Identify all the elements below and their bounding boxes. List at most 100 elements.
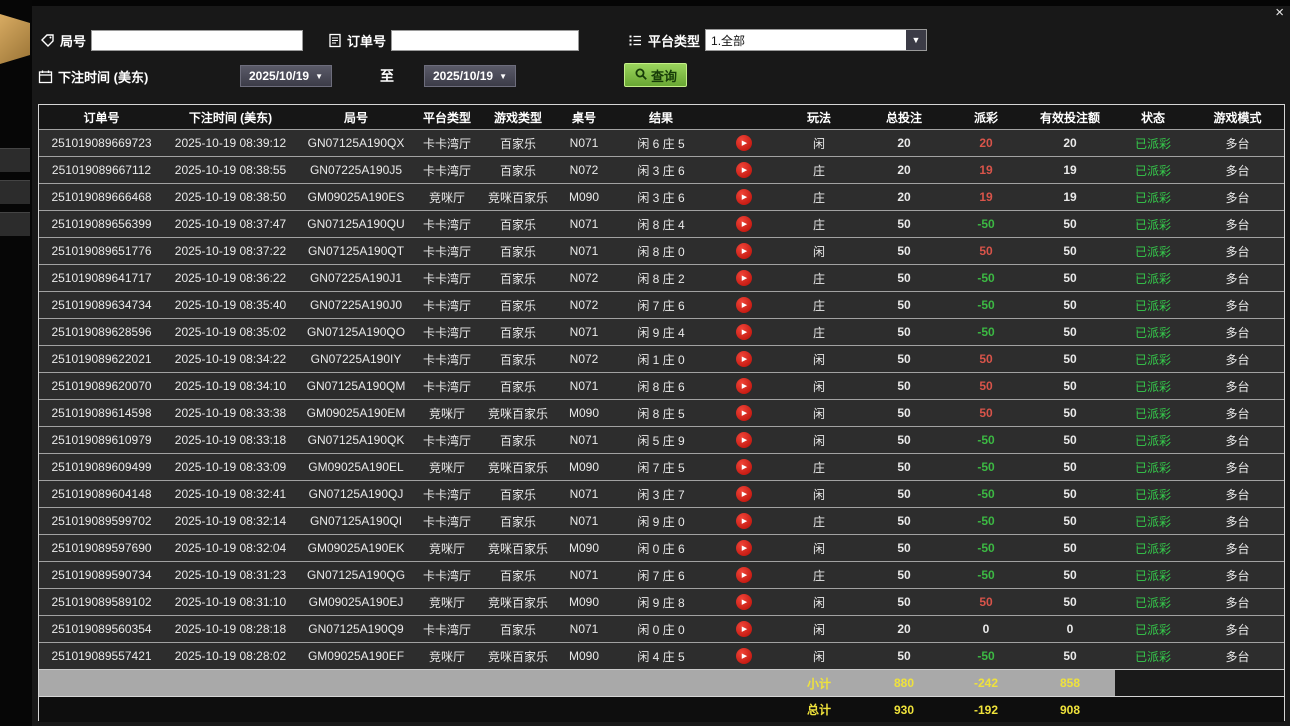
table-row[interactable]: 251019089628596 2025-10-19 08:35:02 GN07… bbox=[39, 318, 1284, 345]
play-icon[interactable] bbox=[736, 135, 752, 151]
order-input[interactable] bbox=[391, 30, 579, 51]
cell-platform: 卡卡湾厅 bbox=[415, 238, 479, 264]
cell-payout: -50 bbox=[947, 535, 1025, 561]
play-icon[interactable] bbox=[736, 513, 752, 529]
play-icon[interactable] bbox=[736, 378, 752, 394]
play-icon[interactable] bbox=[736, 297, 752, 313]
table-row[interactable]: 251019089590734 2025-10-19 08:31:23 GN07… bbox=[39, 561, 1284, 588]
play-icon[interactable] bbox=[736, 567, 752, 583]
table-row[interactable]: 251019089641717 2025-10-19 08:36:22 GN07… bbox=[39, 264, 1284, 291]
cell-total-bet: 50 bbox=[861, 508, 947, 534]
cell-game-mode: 多台 bbox=[1191, 562, 1284, 588]
round-input[interactable] bbox=[91, 30, 303, 51]
cell-game-type: 百家乐 bbox=[479, 130, 557, 156]
cell-table-no: N071 bbox=[557, 616, 611, 642]
table-row[interactable]: 251019089656399 2025-10-19 08:37:47 GN07… bbox=[39, 210, 1284, 237]
table-row[interactable]: 251019089589102 2025-10-19 08:31:10 GM09… bbox=[39, 588, 1284, 615]
play-icon[interactable] bbox=[736, 216, 752, 232]
play-icon[interactable] bbox=[736, 540, 752, 556]
table-row[interactable]: 251019089651776 2025-10-19 08:37:22 GN07… bbox=[39, 237, 1284, 264]
query-button[interactable]: 查询 bbox=[624, 63, 687, 87]
screen: × 局号 订单号 平台类型 bbox=[0, 0, 1290, 726]
play-icon[interactable] bbox=[736, 351, 752, 367]
play-icon[interactable] bbox=[736, 621, 752, 637]
cell-status: 已派彩 bbox=[1115, 535, 1191, 561]
table-row[interactable]: 251019089557421 2025-10-19 08:28:02 GM09… bbox=[39, 642, 1284, 669]
table-row[interactable]: 251019089622021 2025-10-19 08:34:22 GN07… bbox=[39, 345, 1284, 372]
play-icon[interactable] bbox=[736, 189, 752, 205]
cell-result: 闲 8 庄 6 bbox=[611, 373, 711, 399]
total-label: 总计 bbox=[777, 697, 861, 722]
table-row[interactable]: 251019089666468 2025-10-19 08:38:50 GM09… bbox=[39, 183, 1284, 210]
cell-game-mode: 多台 bbox=[1191, 454, 1284, 480]
subtotal-label: 小计 bbox=[777, 670, 861, 696]
play-icon[interactable] bbox=[736, 486, 752, 502]
cell-order-id: 251019089597690 bbox=[39, 535, 164, 561]
table-row[interactable]: 251019089634734 2025-10-19 08:35:40 GN07… bbox=[39, 291, 1284, 318]
cell-status: 已派彩 bbox=[1115, 265, 1191, 291]
cell-game-type: 百家乐 bbox=[479, 427, 557, 453]
cell-round-id: GM09025A190EK bbox=[297, 535, 415, 561]
cell-result: 闲 8 庄 2 bbox=[611, 265, 711, 291]
total-payout: -192 bbox=[947, 697, 1025, 722]
cell-table-no: M090 bbox=[557, 535, 611, 561]
cell-total-bet: 50 bbox=[861, 535, 947, 561]
total-valid-bet: 908 bbox=[1025, 697, 1115, 722]
table-row[interactable]: 251019089614598 2025-10-19 08:33:38 GM09… bbox=[39, 399, 1284, 426]
cell-platform: 竞咪厅 bbox=[415, 454, 479, 480]
table-row[interactable]: 251019089604148 2025-10-19 08:32:41 GN07… bbox=[39, 480, 1284, 507]
cell-table-no: N071 bbox=[557, 319, 611, 345]
cell-round-id: GN07125A190QT bbox=[297, 238, 415, 264]
table-row[interactable]: 251019089610979 2025-10-19 08:33:18 GN07… bbox=[39, 426, 1284, 453]
date-from-button[interactable]: 2025/10/19 ▼ bbox=[240, 65, 332, 87]
cell-bet-time: 2025-10-19 08:37:47 bbox=[164, 211, 297, 237]
play-icon[interactable] bbox=[736, 648, 752, 664]
cell-game-type: 百家乐 bbox=[479, 157, 557, 183]
table-row[interactable]: 251019089599702 2025-10-19 08:32:14 GN07… bbox=[39, 507, 1284, 534]
play-icon[interactable] bbox=[736, 432, 752, 448]
play-icon[interactable] bbox=[736, 270, 752, 286]
cell-replay bbox=[711, 319, 777, 345]
cell-payout: 0 bbox=[947, 616, 1025, 642]
cell-table-no: M090 bbox=[557, 643, 611, 669]
cell-order-id: 251019089560354 bbox=[39, 616, 164, 642]
table-row[interactable]: 251019089620070 2025-10-19 08:34:10 GN07… bbox=[39, 372, 1284, 399]
cell-bet-type: 闲 bbox=[777, 130, 861, 156]
list-icon bbox=[628, 33, 643, 48]
cell-round-id: GM09025A190ES bbox=[297, 184, 415, 210]
play-icon[interactable] bbox=[736, 243, 752, 259]
column-header: 结果 bbox=[611, 105, 711, 129]
play-icon[interactable] bbox=[736, 459, 752, 475]
date-to-button[interactable]: 2025/10/19 ▼ bbox=[424, 65, 516, 87]
column-header: 有效投注额 bbox=[1025, 105, 1115, 129]
cell-table-no: N071 bbox=[557, 508, 611, 534]
table-row[interactable]: 251019089667112 2025-10-19 08:38:55 GN07… bbox=[39, 156, 1284, 183]
cell-game-mode: 多台 bbox=[1191, 292, 1284, 318]
cell-total-bet: 50 bbox=[861, 562, 947, 588]
cell-valid-bet: 20 bbox=[1025, 130, 1115, 156]
cell-table-no: N071 bbox=[557, 562, 611, 588]
table-row[interactable]: 251019089609499 2025-10-19 08:33:09 GM09… bbox=[39, 453, 1284, 480]
cell-replay bbox=[711, 427, 777, 453]
play-icon[interactable] bbox=[736, 594, 752, 610]
play-icon[interactable] bbox=[736, 162, 752, 178]
table-row[interactable]: 251019089669723 2025-10-19 08:39:12 GN07… bbox=[39, 129, 1284, 156]
cell-valid-bet: 0 bbox=[1025, 616, 1115, 642]
background-list-item bbox=[0, 148, 30, 172]
cell-total-bet: 50 bbox=[861, 211, 947, 237]
table-row[interactable]: 251019089560354 2025-10-19 08:28:18 GN07… bbox=[39, 615, 1284, 642]
platform-select[interactable]: 1.全部 ▼ bbox=[705, 29, 927, 51]
play-icon[interactable] bbox=[736, 405, 752, 421]
play-icon[interactable] bbox=[736, 324, 752, 340]
cell-round-id: GN07125A190QO bbox=[297, 319, 415, 345]
cell-bet-time: 2025-10-19 08:33:09 bbox=[164, 454, 297, 480]
cell-platform: 竞咪厅 bbox=[415, 643, 479, 669]
cell-table-no: N071 bbox=[557, 211, 611, 237]
cell-game-type: 百家乐 bbox=[479, 508, 557, 534]
cell-status: 已派彩 bbox=[1115, 319, 1191, 345]
cell-total-bet: 50 bbox=[861, 265, 947, 291]
cell-bet-type: 庄 bbox=[777, 184, 861, 210]
platform-filter: 平台类型 1.全部 ▼ bbox=[628, 28, 927, 52]
table-row[interactable]: 251019089597690 2025-10-19 08:32:04 GM09… bbox=[39, 534, 1284, 561]
to-label: 至 bbox=[380, 64, 394, 88]
